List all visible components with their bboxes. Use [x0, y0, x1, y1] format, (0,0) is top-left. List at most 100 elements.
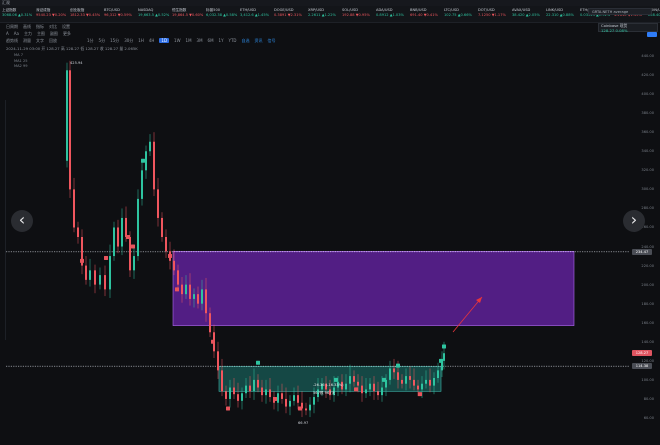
- candle-body: [89, 270, 91, 280]
- candle-body: [233, 387, 235, 395]
- price-axis-label: 300.00: [641, 187, 654, 192]
- candle-body: [353, 376, 355, 382]
- resistance-zone: [172, 250, 575, 326]
- candle-body: [381, 387, 383, 396]
- candle-body: [185, 284, 187, 295]
- candle-body: [357, 381, 359, 386]
- price-tag: 128.27: [632, 349, 652, 356]
- signal-marker: [256, 360, 260, 365]
- candle-body: [265, 389, 267, 396]
- candle-body: [361, 385, 363, 394]
- candle-body: [205, 289, 207, 314]
- price-axis-label: 60.00: [643, 416, 654, 420]
- prev-arrow-button[interactable]: ‹: [11, 210, 33, 232]
- candle-body: [425, 379, 427, 384]
- candle-body: [141, 170, 143, 199]
- price-axis-label: 380.00: [641, 111, 654, 116]
- price-axis-label: 140.00: [641, 339, 654, 344]
- candle-body: [261, 387, 263, 396]
- candle-body: [66, 70, 68, 161]
- candle-body: [77, 227, 79, 237]
- candle-body: [345, 383, 347, 390]
- candle-body: [177, 270, 179, 285]
- signal-marker: [442, 344, 446, 349]
- candle-body: [129, 237, 131, 271]
- next-arrow-button[interactable]: ›: [623, 210, 645, 232]
- candle-body: [289, 400, 291, 407]
- candle-body: [369, 383, 371, 390]
- price-tag: 234.47: [632, 248, 652, 255]
- low-price-label: 66.97: [298, 421, 309, 425]
- candle-body: [173, 260, 175, 271]
- signal-marker: [439, 358, 443, 363]
- signal-marker: [141, 158, 145, 163]
- price-chart[interactable]: [0, 0, 660, 445]
- candle-body: [145, 151, 147, 171]
- price-axis-label: 340.00: [641, 149, 654, 154]
- price-axis-label: 360.00: [641, 130, 654, 135]
- candle-body: [417, 385, 419, 390]
- price-axis-label: 440.00: [641, 54, 654, 58]
- price-axis-label: 160.00: [641, 320, 654, 325]
- candle-body: [193, 294, 195, 299]
- candle-body: [104, 275, 106, 290]
- candle-body: [73, 189, 75, 228]
- candle-body: [405, 376, 407, 384]
- candle-body: [241, 393, 243, 401]
- candle-body: [181, 284, 183, 295]
- candle-body: [225, 391, 227, 399]
- signal-marker: [226, 406, 230, 411]
- candle-body: [281, 393, 283, 399]
- signal-marker: [80, 258, 84, 263]
- signal-marker: [396, 363, 400, 368]
- price-axis-label: 200.00: [641, 282, 654, 287]
- candle-body: [269, 389, 271, 398]
- candle-body: [94, 270, 96, 285]
- candle-body: [125, 217, 127, 237]
- candle-body: [153, 141, 155, 190]
- candle-body: [421, 383, 423, 390]
- price-axis-label: 400.00: [641, 92, 654, 97]
- candle-body: [99, 275, 101, 285]
- candle-body: [413, 379, 415, 386]
- price-axis-label: 80.00: [643, 396, 654, 401]
- candle-body: [409, 376, 411, 380]
- signal-marker: [175, 287, 179, 292]
- candle-body: [305, 408, 307, 411]
- candle-body: [397, 372, 399, 380]
- price-tag: 114.38: [632, 363, 652, 370]
- price-axis-label: 180.00: [641, 301, 654, 306]
- candle-body: [189, 284, 191, 299]
- candle-body: [197, 294, 199, 304]
- candle-body: [133, 256, 135, 271]
- candle-body: [249, 385, 251, 392]
- candle-body: [69, 70, 71, 190]
- candle-body: [285, 398, 287, 407]
- signal-marker: [211, 339, 215, 344]
- candle-body: [245, 385, 247, 394]
- measure-label: -26.36 (-16.33%): [313, 383, 344, 387]
- candle-body: [221, 370, 223, 392]
- candle-body: [257, 379, 259, 388]
- candle-body: [121, 217, 123, 247]
- measure-label-bars: 567根 967天: [313, 391, 336, 395]
- candle-body: [157, 189, 159, 218]
- candle-body: [309, 404, 311, 411]
- price-axis-label: 280.00: [641, 206, 654, 211]
- candle-body: [401, 379, 403, 384]
- candle-body: [165, 237, 167, 252]
- candle-body: [433, 377, 435, 386]
- signal-marker: [382, 377, 386, 382]
- candle-body: [117, 227, 119, 247]
- signal-marker: [126, 235, 130, 239]
- price-axis-label: 420.00: [641, 73, 654, 78]
- signal-marker: [298, 406, 302, 411]
- candle-body: [393, 368, 395, 373]
- candle-body: [349, 376, 351, 384]
- candle-body: [137, 198, 139, 257]
- price-axis-label: 220.00: [641, 263, 654, 268]
- signal-marker: [273, 396, 277, 401]
- candle-body: [429, 379, 431, 386]
- price-axis-label: 100.00: [641, 377, 654, 382]
- candle-body: [209, 313, 211, 333]
